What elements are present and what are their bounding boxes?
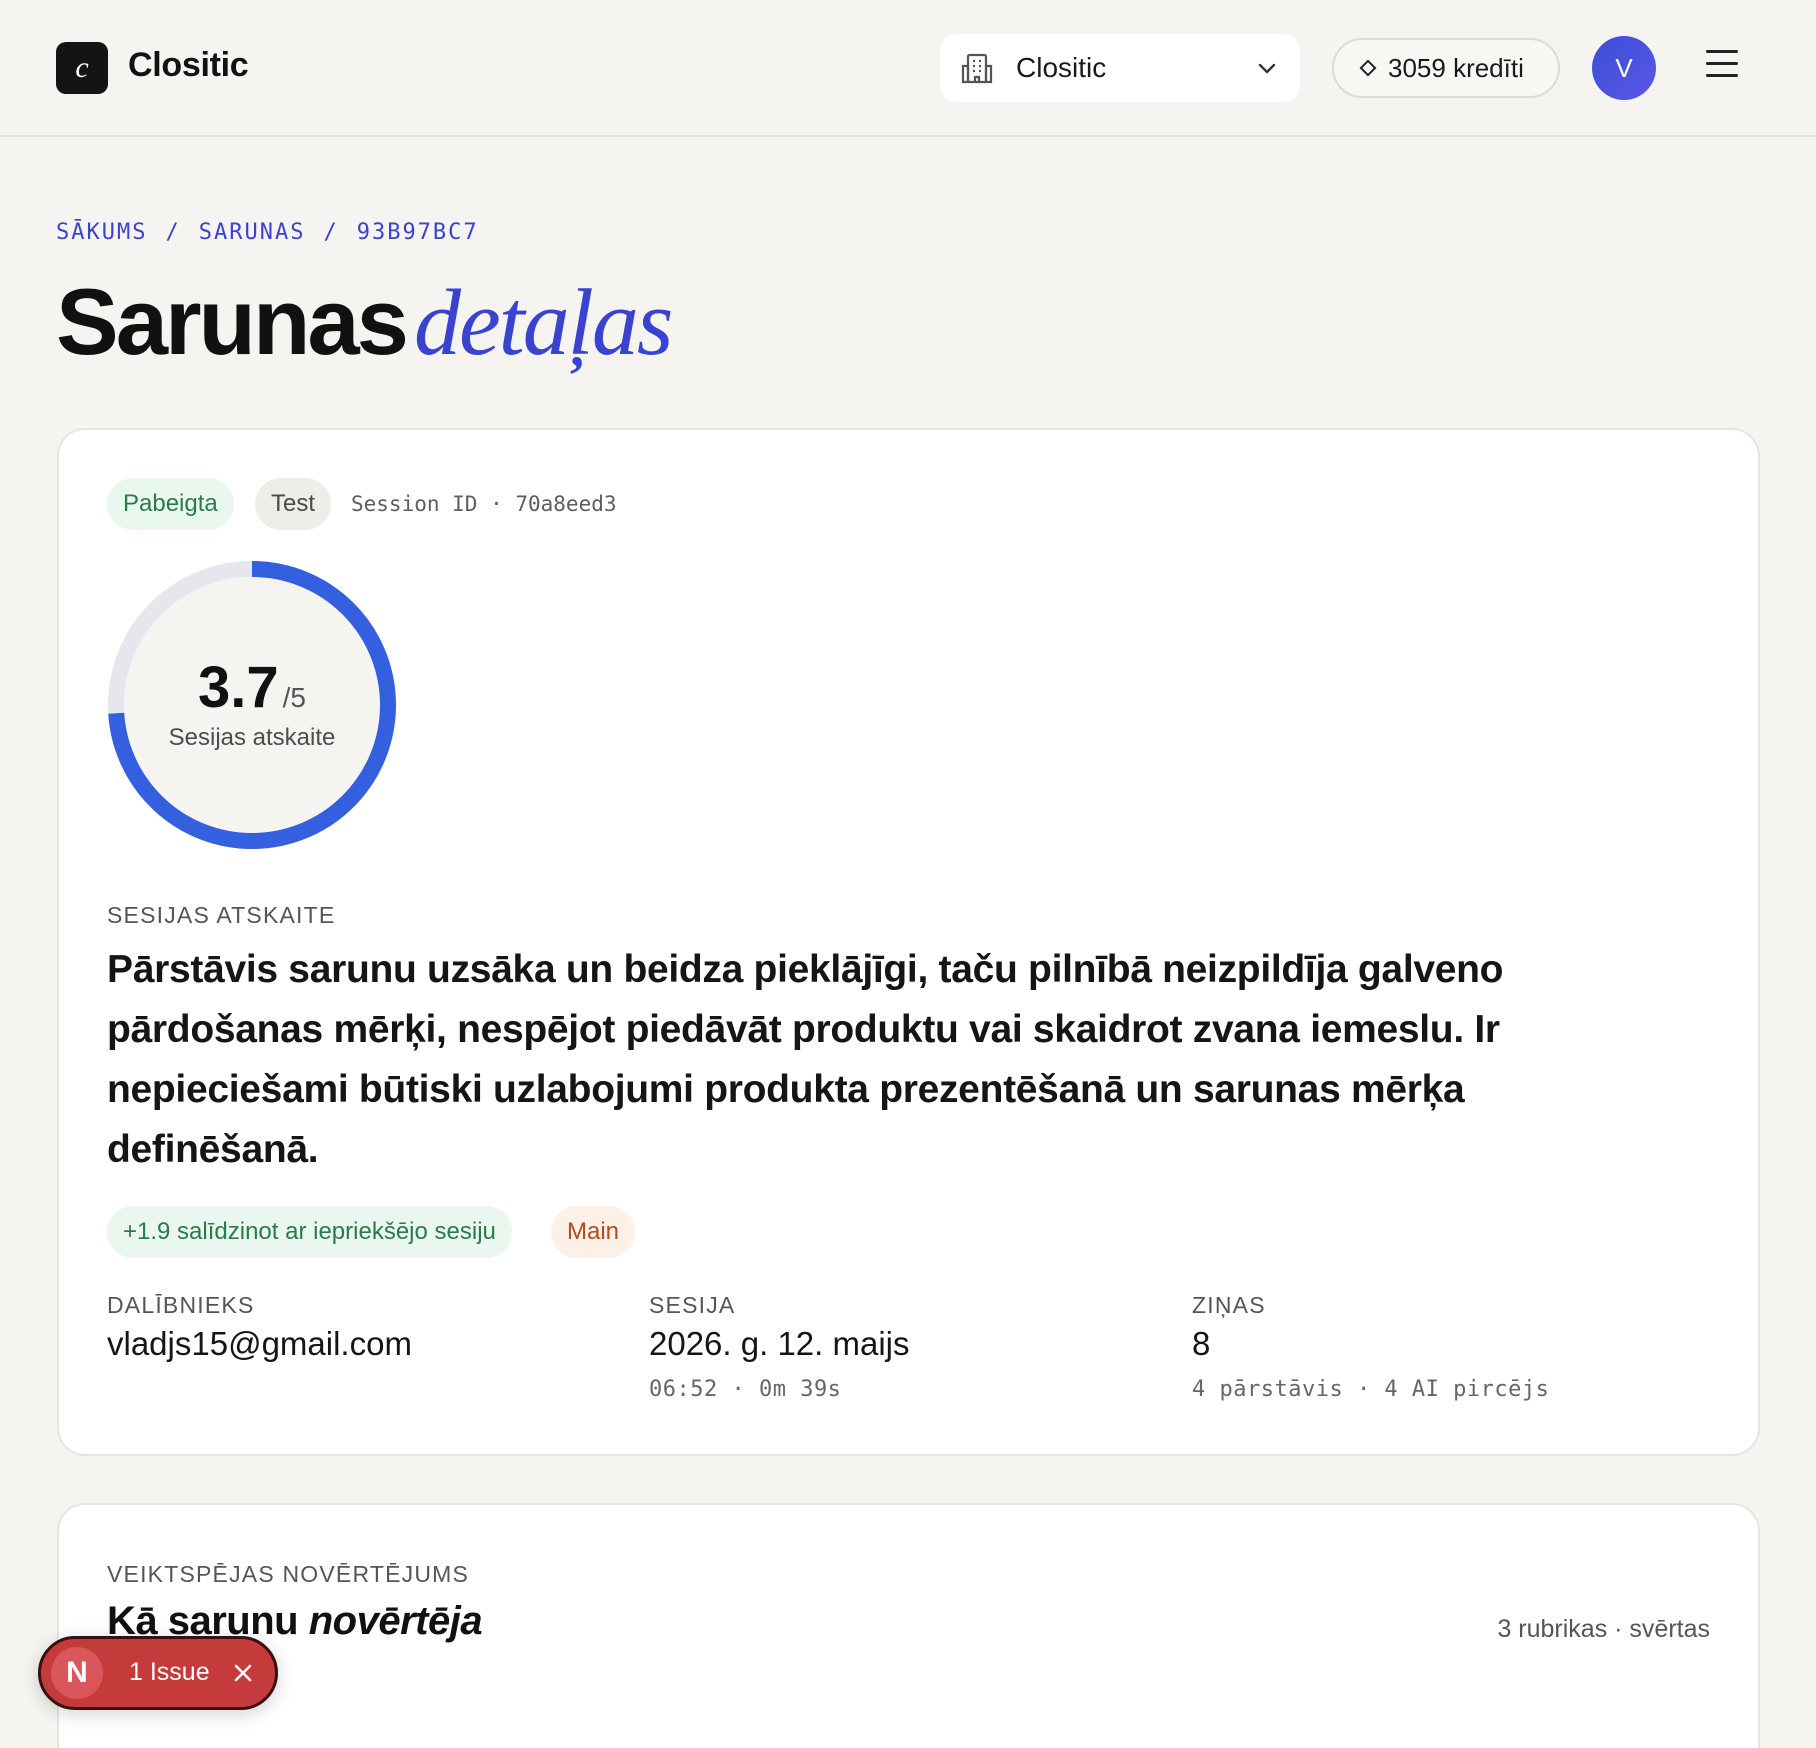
page-title: Sarunasdetaļas [56,268,674,377]
hamburger-menu-icon[interactable] [1706,50,1742,82]
session-time-duration: 06:52 · 0m 39s [649,1377,842,1402]
performance-label: VEIKTSPĒJAS NOVĒRTĒJUMS [107,1561,470,1587]
diamond-icon [1359,59,1377,77]
score-number: 3.7 [198,655,279,720]
messages-meta: ZIŅAS 8 4 pārstāvis · 4 AI pircējs [1192,1292,1549,1402]
breadcrumb-home[interactable]: SĀKUMS [56,220,147,245]
session-summary-card: Pabeigta Test Session ID · 70a8eed3 3.7/… [57,428,1760,1456]
rubrics-meta: 3 rubrikas · svērtas [1497,1615,1710,1643]
app-name[interactable]: Clositic [128,46,249,85]
breadcrumb: SĀKUMS / SARUNAS / 93B97BC7 [56,220,479,245]
organization-select-value: Clositic [1016,52,1107,83]
top-header: c Clositic Clositic 3059 kredīti V [0,0,1816,137]
app-logo[interactable]: c [56,42,108,94]
chevron-down-icon [1258,63,1276,74]
session-type-badge: Test [255,478,332,530]
score-max: /5 [282,682,306,713]
breadcrumb-separator: / [165,220,181,245]
score-caption: Sesijas atskaite [168,724,336,751]
score-value: 3.7/5 [107,654,397,721]
session-meta: SESIJA 2026. g. 12. maijs 06:52 · 0m 39s [649,1292,910,1402]
performance-title-accent: novērtēja [308,1599,483,1643]
credits-badge[interactable]: 3059 kredīti [1332,38,1560,98]
report-label: SESIJAS ATSKAITE [107,902,336,928]
issue-toast[interactable]: N 1 Issue [38,1636,278,1710]
close-icon[interactable] [231,1661,255,1685]
nextjs-logo-icon: N [51,1647,103,1699]
status-badge: Pabeigta [107,478,234,530]
page-title-accent: detaļas [413,271,674,375]
participant-email: vladjs15@gmail.com [107,1325,412,1362]
session-date: 2026. g. 12. maijs [649,1325,910,1362]
session-label: SESIJA [649,1292,736,1318]
breadcrumb-separator: / [323,220,339,245]
breadcrumb-conversations[interactable]: SARUNAS [199,220,306,245]
messages-label: ZIŅAS [1192,1292,1266,1318]
tag-badge: Main [551,1206,636,1258]
page-title-main: Sarunas [56,269,409,374]
breadcrumb-current: 93B97BC7 [356,220,479,245]
messages-breakdown: 4 pārstāvis · 4 AI pircējs [1192,1377,1550,1402]
building-icon [961,53,993,84]
user-avatar[interactable]: V [1592,36,1656,100]
participant-label: DALĪBNIEKS [107,1292,255,1318]
issue-count[interactable]: 1 Issue [129,1658,210,1687]
report-text: Pārstāvis sarunu uzsāka un beidza pieklā… [107,948,1504,1171]
score-diff-badge: +1.9 salīdzinot ar iepriekšējo sesiju [107,1206,512,1258]
messages-count: 8 [1192,1325,1211,1362]
participant-meta: DALĪBNIEKS vladjs15@gmail.com [107,1292,412,1363]
credits-count: 3059 kredīti [1388,53,1524,83]
session-id: Session ID · 70a8eed3 [351,492,617,516]
performance-card: VEIKTSPĒJAS NOVĒRTĒJUMS Kā sarunu novērt… [57,1503,1760,1748]
organization-select[interactable]: Clositic [940,34,1300,102]
